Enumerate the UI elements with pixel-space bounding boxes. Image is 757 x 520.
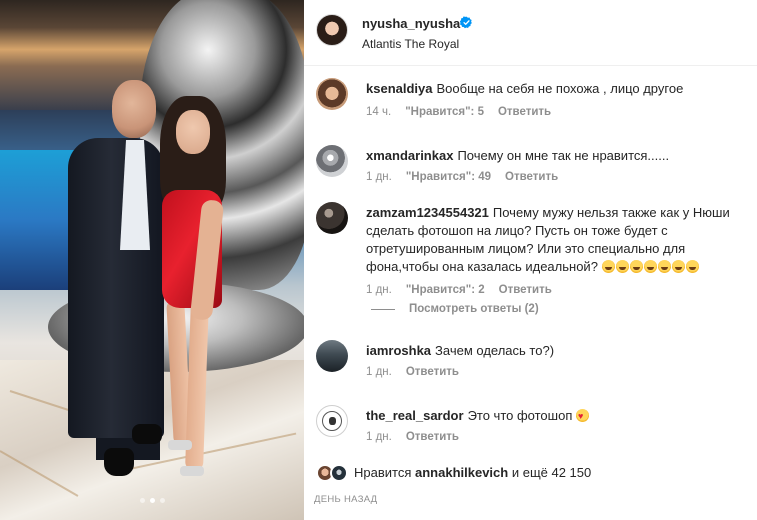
carousel-dots	[0, 498, 304, 503]
post-location[interactable]: Atlantis The Royal	[362, 37, 459, 51]
comment-text: Вообще на себя не похожа , лицо другое	[436, 81, 684, 96]
post-photo[interactable]	[0, 0, 304, 520]
comment-text: Это что фотошоп	[467, 408, 573, 423]
photo-man-shoe	[104, 448, 134, 476]
comment-meta: 1 дн. Ответить	[366, 431, 459, 443]
likes-summary-text[interactable]: Нравится annakhilkevich и ещё 42 150	[354, 465, 591, 480]
commenter-avatar[interactable]	[316, 145, 348, 177]
reply-button[interactable]: Ответить	[498, 106, 551, 118]
author-username[interactable]: nyusha_nyusha	[362, 16, 460, 31]
view-replies-line	[371, 308, 395, 310]
reply-button[interactable]: Ответить	[406, 431, 459, 443]
photo-man-suit	[68, 138, 164, 438]
photo-man-shoe	[132, 424, 162, 444]
author-avatar[interactable]	[316, 14, 348, 46]
comment-time[interactable]: 1 дн.	[366, 284, 392, 296]
post-header: nyusha_nyusha Atlantis The Royal	[304, 0, 757, 66]
comment-likes-count: 5	[477, 106, 484, 118]
tears-of-joy-emoji-icon	[601, 260, 615, 273]
tears-of-joy-emoji-icon	[615, 260, 629, 273]
tears-of-joy-emoji-icon	[685, 260, 699, 273]
comment-time[interactable]: 1 дн.	[366, 431, 392, 443]
likes-prefix: Нравится	[354, 465, 412, 480]
photo-man-head	[112, 80, 156, 138]
comment-text: Зачем оделась то?)	[435, 343, 555, 358]
tears-of-joy-emoji-icon	[643, 260, 657, 273]
comment-body: xmandarinkax Почему он мне так не нравитс…	[366, 147, 741, 165]
comment-time[interactable]: 1 дн.	[366, 171, 392, 183]
tears-of-joy-emoji-icon	[671, 260, 685, 273]
comment-likes[interactable]: "Нравится": 49	[406, 171, 491, 183]
photo-heel	[180, 466, 204, 476]
comment-meta: 1 дн. "Нравится": 2 Ответить	[366, 284, 552, 296]
photo-heel	[168, 440, 192, 450]
commenter-avatar[interactable]	[316, 202, 348, 234]
comment-likes[interactable]: "Нравится": 2	[406, 284, 485, 296]
comment-text: Почему он мне так не нравится......	[457, 148, 670, 163]
verified-badge-icon	[460, 16, 472, 29]
reply-button[interactable]: Ответить	[499, 284, 552, 296]
comment-likes-label: "Нравится":	[405, 284, 476, 296]
comment-username[interactable]: iamroshka	[366, 343, 431, 358]
tears-of-joy-emoji-icon	[629, 260, 643, 273]
comment-likes-count: 2	[478, 284, 485, 296]
post-panel: nyusha_nyusha Atlantis The Royal ksenald…	[304, 0, 757, 520]
comment-username[interactable]: the_real_sardor	[366, 408, 464, 423]
comment-meta: 1 дн. Ответить	[366, 366, 459, 378]
comment-username[interactable]: xmandarinkax	[366, 148, 453, 163]
comment-body: iamroshka Зачем оделась то?)	[366, 342, 741, 360]
carousel-dot[interactable]	[139, 498, 145, 503]
avatar-emblem-icon	[322, 411, 342, 431]
commenter-avatar[interactable]	[316, 78, 348, 110]
carousel-dot[interactable]	[149, 498, 155, 503]
likes-suffix: и ещё 42 150	[511, 465, 592, 480]
comment-body: the_real_sardor Это что фотошоп	[366, 407, 741, 425]
comment-time[interactable]: 1 дн.	[366, 366, 392, 378]
likes-user[interactable]: annakhilkevich	[415, 465, 508, 480]
comment-body: zamzam1234554321 Почему мужу нельзя также…	[366, 204, 741, 276]
likes-summary[interactable]: Нравится annakhilkevich и ещё 42 150	[304, 460, 757, 488]
reply-button[interactable]: Ответить	[406, 366, 459, 378]
comment-likes[interactable]: "Нравится": 5	[405, 106, 484, 118]
carousel-dot[interactable]	[159, 498, 165, 503]
comment-body: ksenaldiya Вообще на себя не похожа , лиц…	[366, 80, 741, 98]
view-replies-button[interactable]: Посмотреть ответы (2)	[371, 303, 539, 315]
reply-button[interactable]: Ответить	[505, 171, 558, 183]
comment-meta: 1 дн. "Нравится": 49 Ответить	[366, 171, 558, 183]
emoji-row	[601, 259, 700, 274]
liker-avatar	[330, 464, 348, 482]
comment-username[interactable]: ksenaldiya	[366, 81, 433, 96]
comment-likes-label: "Нравится":	[405, 106, 475, 118]
post-timestamp[interactable]: ДЕНЬ НАЗАД	[314, 494, 377, 505]
commenter-avatar[interactable]	[316, 405, 348, 437]
comment-time[interactable]: 14 ч.	[366, 106, 391, 118]
heart-eyes-emoji-icon	[575, 407, 589, 425]
comment-likes-label: "Нравится":	[405, 171, 476, 183]
tears-of-joy-emoji-icon	[657, 260, 671, 273]
view-replies-label: Посмотреть ответы (2)	[409, 303, 539, 315]
photo-woman-face	[176, 110, 210, 154]
comment-meta: 14 ч. "Нравится": 5 Ответить	[366, 106, 551, 118]
commenter-avatar[interactable]	[316, 340, 348, 372]
comment-username[interactable]: zamzam1234554321	[366, 205, 489, 220]
comment-likes-count: 49	[478, 171, 492, 183]
